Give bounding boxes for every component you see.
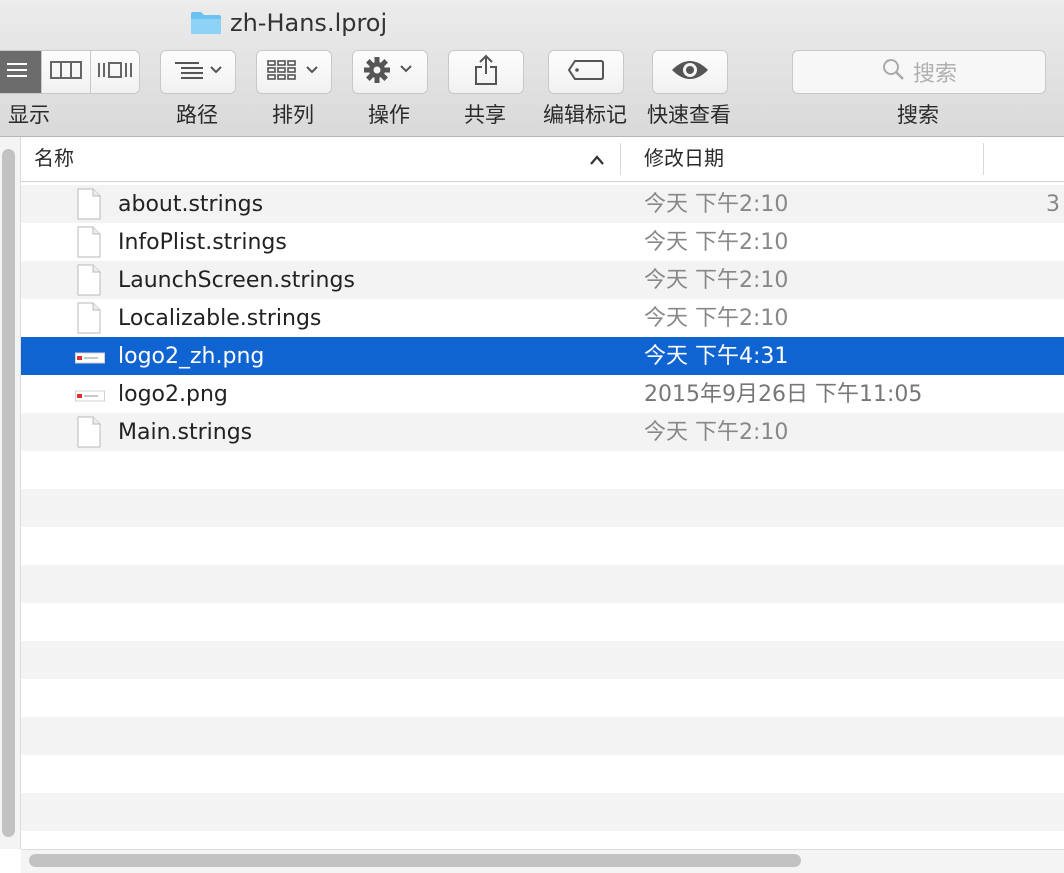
file-date: 今天 下午2:10 xyxy=(644,230,789,255)
file-date: 2015年9月26日 下午11:05 xyxy=(644,382,923,407)
document-icon xyxy=(77,264,101,296)
empty-row xyxy=(21,565,1064,603)
list-view-icon xyxy=(6,60,28,84)
document-icon xyxy=(77,416,101,448)
view-mode-segmented-control[interactable] xyxy=(0,50,140,94)
coverflow-view-button[interactable] xyxy=(91,51,139,93)
sort-ascending-icon[interactable] xyxy=(589,151,605,170)
file-name: about.strings xyxy=(118,192,264,217)
image-thumbnail-icon xyxy=(75,348,105,364)
vertical-scroll-thumb[interactable] xyxy=(2,149,15,837)
empty-row xyxy=(21,527,1064,565)
document-icon xyxy=(77,188,101,220)
window-title: zh-Hans.lproj xyxy=(190,8,387,38)
file-name: logo2.png xyxy=(118,382,228,407)
file-row-localizable-strings[interactable]: Localizable.strings 今天 下午2:10 xyxy=(21,299,1064,337)
list-header: 名称 修改日期 xyxy=(21,137,1064,182)
column-divider[interactable] xyxy=(983,143,984,175)
share-icon xyxy=(473,54,499,90)
horizontal-scrollbar[interactable] xyxy=(21,849,1064,873)
file-name: InfoPlist.strings xyxy=(118,230,287,255)
view-label: 显示 xyxy=(8,103,50,127)
column-header-name[interactable]: 名称 xyxy=(34,137,74,181)
edit-tags-button[interactable] xyxy=(548,50,624,94)
share-button[interactable] xyxy=(448,50,524,94)
empty-row xyxy=(21,451,1064,489)
file-name: logo2_zh.png xyxy=(118,344,265,369)
file-list: about.strings 今天 下午2:10 3 InfoPlist.stri… xyxy=(21,185,1064,869)
coverflow-view-icon xyxy=(96,60,134,84)
file-row-infoplist-strings[interactable]: InfoPlist.strings 今天 下午2:10 xyxy=(21,223,1064,261)
empty-row xyxy=(21,603,1064,641)
image-thumbnail-icon xyxy=(75,386,105,402)
empty-row xyxy=(21,755,1064,793)
path-label: 路径 xyxy=(176,103,218,127)
document-icon xyxy=(77,302,101,334)
arrange-button[interactable] xyxy=(256,50,332,94)
toolbar: zh-Hans.lproj 显示 路径 排列 操作 共享 编辑标记 快速查看 搜… xyxy=(0,0,1064,137)
search-label: 搜索 xyxy=(897,103,939,127)
path-list-icon xyxy=(173,59,223,85)
empty-row xyxy=(21,679,1064,717)
horizontal-scroll-thumb[interactable] xyxy=(29,854,801,867)
share-label: 共享 xyxy=(464,103,506,127)
empty-row xyxy=(21,717,1064,755)
window-title-text: zh-Hans.lproj xyxy=(230,9,388,37)
file-row-about-strings[interactable]: about.strings 今天 下午2:10 3 xyxy=(21,185,1064,223)
file-row-logo2-zh-png[interactable]: logo2_zh.png 今天 下午4:31 xyxy=(21,337,1064,375)
vertical-scrollbar[interactable] xyxy=(0,137,21,849)
search-field[interactable]: 搜索 xyxy=(792,50,1046,94)
action-label: 操作 xyxy=(368,103,410,127)
empty-row xyxy=(21,793,1064,831)
column-view-icon xyxy=(49,60,83,84)
file-date: 今天 下午2:10 xyxy=(644,268,789,293)
grid-arrange-icon xyxy=(267,59,321,85)
file-name: Main.strings xyxy=(118,420,253,445)
folder-icon xyxy=(190,11,222,35)
file-row-main-strings[interactable]: Main.strings 今天 下午2:10 xyxy=(21,413,1064,451)
file-date: 今天 下午4:31 xyxy=(644,344,789,369)
column-view-button[interactable] xyxy=(42,51,91,93)
empty-row xyxy=(21,489,1064,527)
list-view-button[interactable] xyxy=(0,51,42,93)
file-row-launchscreen-strings[interactable]: LaunchScreen.strings 今天 下午2:10 xyxy=(21,261,1064,299)
search-icon xyxy=(881,57,905,87)
eye-icon xyxy=(670,58,710,86)
tag-icon xyxy=(567,59,605,85)
gear-icon xyxy=(363,57,417,87)
file-name: Localizable.strings xyxy=(118,306,322,331)
column-header-date[interactable]: 修改日期 xyxy=(644,137,724,181)
column-divider[interactable] xyxy=(620,143,621,175)
file-row-logo2-png[interactable]: logo2.png 2015年9月26日 下午11:05 xyxy=(21,375,1064,413)
file-date: 今天 下午2:10 xyxy=(644,420,789,445)
quick-look-label: 快速查看 xyxy=(647,103,731,127)
edit-tags-label: 编辑标记 xyxy=(543,103,627,127)
file-date: 今天 下午2:10 xyxy=(644,306,789,331)
empty-row xyxy=(21,641,1064,679)
path-button[interactable] xyxy=(160,50,236,94)
document-icon xyxy=(77,226,101,258)
arrange-label: 排列 xyxy=(272,103,314,127)
file-size: 3 xyxy=(1046,192,1060,217)
search-placeholder: 搜索 xyxy=(912,62,957,87)
file-name: LaunchScreen.strings xyxy=(118,268,355,293)
quick-look-button[interactable] xyxy=(652,50,728,94)
action-button[interactable] xyxy=(352,50,428,94)
file-date: 今天 下午2:10 xyxy=(644,192,789,217)
